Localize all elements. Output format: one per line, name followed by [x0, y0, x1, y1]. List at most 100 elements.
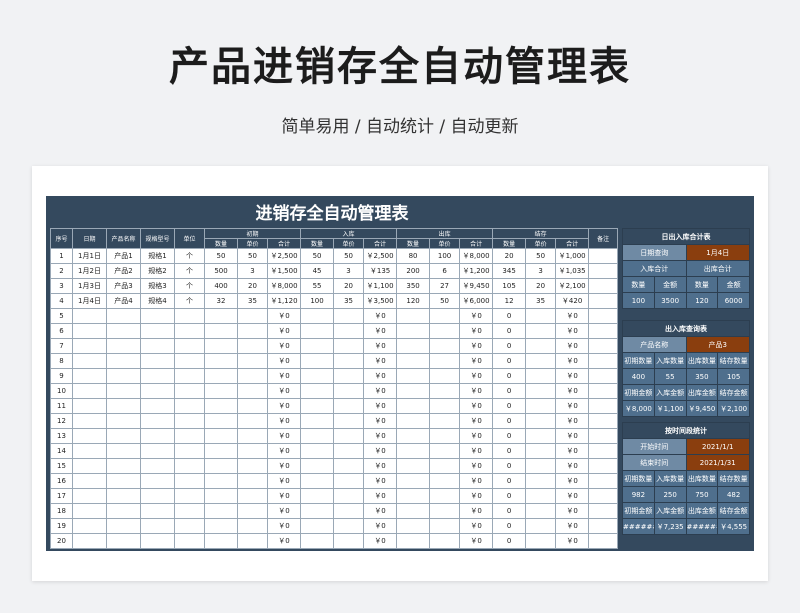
table-cell[interactable]: 15	[50, 458, 73, 474]
table-cell[interactable]: ￥0	[266, 413, 302, 429]
table-cell[interactable]	[204, 458, 238, 474]
table-cell[interactable]	[588, 263, 619, 279]
table-cell[interactable]	[174, 488, 205, 504]
table-cell[interactable]	[140, 368, 175, 384]
table-cell[interactable]	[204, 308, 238, 324]
table-cell[interactable]: 10	[50, 383, 73, 399]
table-cell[interactable]: 345	[492, 263, 527, 279]
table-cell[interactable]	[525, 428, 557, 444]
table-cell[interactable]	[300, 518, 335, 534]
table-cell[interactable]	[72, 473, 107, 489]
table-cell[interactable]: 3	[237, 263, 268, 279]
table-cell[interactable]	[396, 353, 431, 369]
table-cell[interactable]	[106, 533, 141, 549]
table-cell[interactable]: 3	[50, 278, 73, 294]
table-cell[interactable]	[174, 398, 205, 414]
table-cell[interactable]	[588, 383, 619, 399]
table-cell[interactable]	[140, 503, 175, 519]
table-cell[interactable]	[429, 503, 461, 519]
table-cell[interactable]	[204, 428, 238, 444]
table-cell[interactable]	[174, 368, 205, 384]
table-cell[interactable]	[429, 398, 461, 414]
table-cell[interactable]: 20	[525, 278, 557, 294]
table-cell[interactable]: ￥0	[266, 428, 302, 444]
table-cell[interactable]	[106, 473, 141, 489]
table-cell[interactable]	[333, 338, 365, 354]
table-cell[interactable]	[300, 323, 335, 339]
table-cell[interactable]: ￥0	[363, 428, 398, 444]
table-cell[interactable]: ￥0	[266, 323, 302, 339]
table-cell[interactable]: 13	[50, 428, 73, 444]
date-query-cell[interactable]: 1月4日	[685, 244, 750, 261]
table-cell[interactable]: ￥0	[459, 338, 494, 354]
table-cell[interactable]	[525, 353, 557, 369]
table-cell[interactable]	[396, 398, 431, 414]
table-cell[interactable]: ￥0	[459, 398, 494, 414]
table-cell[interactable]	[333, 428, 365, 444]
table-cell[interactable]: 32	[204, 293, 238, 309]
table-cell[interactable]	[333, 383, 365, 399]
table-cell[interactable]	[237, 353, 268, 369]
table-cell[interactable]	[174, 323, 205, 339]
table-cell[interactable]: ￥9,450	[459, 278, 494, 294]
table-cell[interactable]: 16	[50, 473, 73, 489]
table-cell[interactable]: ￥0	[363, 323, 398, 339]
table-cell[interactable]	[333, 308, 365, 324]
table-cell[interactable]: ￥0	[363, 413, 398, 429]
table-cell[interactable]: ￥0	[459, 488, 494, 504]
table-cell[interactable]: ￥0	[555, 518, 590, 534]
table-cell[interactable]	[174, 503, 205, 519]
table-cell[interactable]	[525, 473, 557, 489]
table-cell[interactable]: ￥6,000	[459, 293, 494, 309]
table-cell[interactable]	[588, 413, 619, 429]
table-cell[interactable]: ￥0	[555, 368, 590, 384]
table-cell[interactable]	[106, 308, 141, 324]
table-cell[interactable]	[396, 413, 431, 429]
table-cell[interactable]: 0	[492, 458, 527, 474]
table-cell[interactable]: 27	[429, 278, 461, 294]
table-cell[interactable]	[140, 533, 175, 549]
table-cell[interactable]: 0	[492, 488, 527, 504]
table-cell[interactable]	[300, 488, 335, 504]
table-cell[interactable]	[72, 458, 107, 474]
table-cell[interactable]: 20	[237, 278, 268, 294]
table-cell[interactable]: 12	[50, 413, 73, 429]
table-cell[interactable]	[237, 368, 268, 384]
table-cell[interactable]	[204, 488, 238, 504]
table-cell[interactable]: 50	[237, 248, 268, 264]
table-cell[interactable]	[300, 398, 335, 414]
table-cell[interactable]	[174, 458, 205, 474]
table-cell[interactable]: 400	[204, 278, 238, 294]
table-cell[interactable]: 个	[174, 293, 205, 309]
table-cell[interactable]: 0	[492, 338, 527, 354]
table-cell[interactable]: ￥0	[266, 443, 302, 459]
table-cell[interactable]	[525, 488, 557, 504]
table-cell[interactable]: 50	[333, 248, 365, 264]
table-cell[interactable]: 规格4	[140, 293, 175, 309]
table-cell[interactable]	[300, 443, 335, 459]
table-cell[interactable]: ￥0	[459, 368, 494, 384]
table-cell[interactable]: 14	[50, 443, 73, 459]
table-cell[interactable]: ￥0	[555, 338, 590, 354]
table-cell[interactable]: ￥0	[266, 488, 302, 504]
table-cell[interactable]	[525, 383, 557, 399]
table-cell[interactable]	[237, 308, 268, 324]
table-cell[interactable]	[237, 383, 268, 399]
table-cell[interactable]	[300, 428, 335, 444]
table-cell[interactable]	[429, 488, 461, 504]
table-cell[interactable]: ￥135	[363, 263, 398, 279]
table-cell[interactable]: 3	[525, 263, 557, 279]
table-cell[interactable]	[300, 383, 335, 399]
table-cell[interactable]: 500	[204, 263, 238, 279]
table-cell[interactable]: ￥0	[363, 308, 398, 324]
table-cell[interactable]: ￥0	[459, 473, 494, 489]
table-cell[interactable]	[174, 533, 205, 549]
table-cell[interactable]: ￥0	[363, 503, 398, 519]
table-cell[interactable]	[237, 503, 268, 519]
table-cell[interactable]	[106, 368, 141, 384]
end-time-cell[interactable]: 2021/1/31	[685, 454, 750, 471]
table-cell[interactable]: ￥2,100	[555, 278, 590, 294]
table-cell[interactable]	[140, 473, 175, 489]
table-cell[interactable]	[588, 323, 619, 339]
table-cell[interactable]: ￥1,100	[363, 278, 398, 294]
